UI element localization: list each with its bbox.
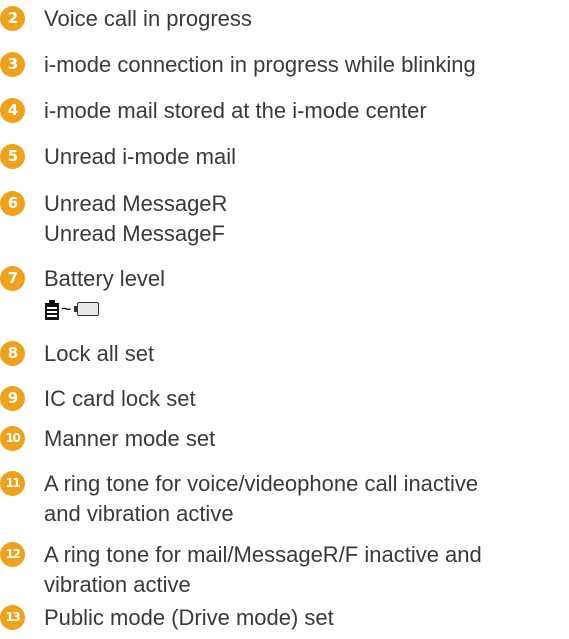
item-line: Public mode (Drive mode) set (44, 605, 334, 630)
item-line: A ring tone for mail/MessageR/F inactive… (44, 542, 482, 567)
item-line: A ring tone for voice/videophone call in… (44, 471, 479, 496)
battery-full-icon (45, 300, 59, 320)
item-line: IC card lock set (44, 386, 196, 411)
item-line: Unread i-mode mail (44, 144, 236, 169)
number-badge: 4 (0, 98, 25, 123)
number-badge: 5 (0, 144, 25, 169)
item-text: Unread i-mode mail (44, 142, 236, 172)
number-badge: 13 (0, 605, 25, 630)
item-text: Unread MessageR Unread MessageF (44, 189, 227, 249)
battery-empty-icon (73, 301, 101, 317)
item-text: A ring tone for voice/videophone call in… (44, 469, 478, 529)
item-line: Lock all set (44, 341, 155, 366)
number-badge: 2 (0, 6, 25, 31)
item-text: A ring tone for mail/MessageR/F inactive… (44, 540, 482, 600)
battery-level-icons: ~ (44, 294, 165, 324)
item-text: i-mode mail stored at the i-mode center (44, 96, 427, 126)
item-line: Manner mode set (44, 426, 216, 451)
item-line: Unread MessageF (44, 221, 225, 246)
item-text: Lock all set (44, 339, 154, 369)
number-badge: 9 (0, 386, 25, 411)
number-badge: 11 (0, 471, 25, 496)
item-line: Unread MessageR (44, 191, 228, 216)
item-text: IC card lock set (44, 384, 196, 414)
number-badge: 8 (0, 341, 25, 366)
number-badge: 7 (0, 266, 25, 291)
item-text: Public mode (Drive mode) set (44, 603, 334, 633)
number-badge: 10 (0, 426, 25, 451)
item-line: i-mode mail stored at the i-mode center (44, 98, 427, 123)
item-text: Voice call in progress (44, 4, 252, 34)
item-text: Manner mode set (44, 424, 215, 454)
icon-separator: ~ (61, 299, 72, 319)
item-line: vibration active (44, 572, 191, 597)
item-line: Voice call in progress (44, 6, 252, 31)
number-badge: 6 (0, 191, 25, 216)
item-text: Battery level ~ (44, 264, 165, 324)
number-badge: 12 (0, 542, 25, 567)
number-badge: 3 (0, 52, 25, 77)
item-line: Battery level (44, 266, 166, 291)
item-text: i-mode connection in progress while blin… (44, 50, 476, 80)
item-line: i-mode connection in progress while blin… (44, 52, 476, 77)
item-line: and vibration active (44, 501, 234, 526)
